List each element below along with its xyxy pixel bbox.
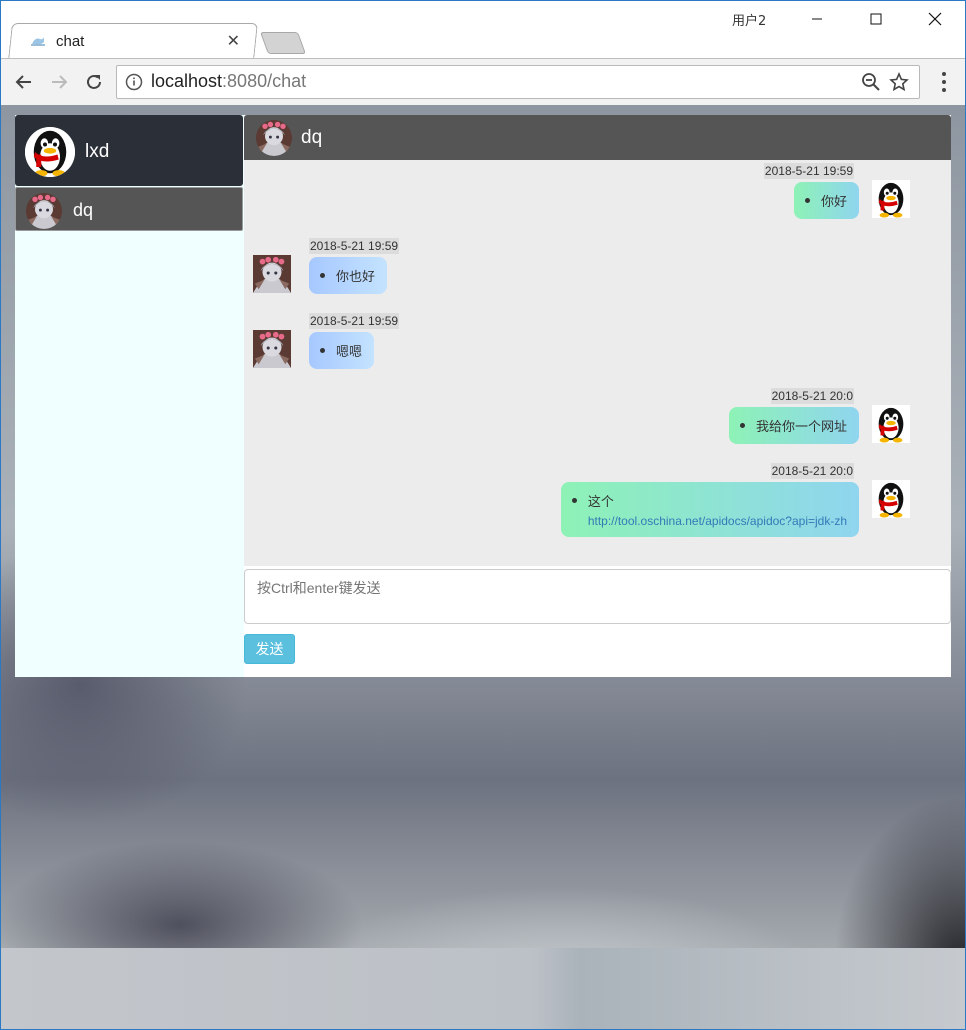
message-bubble-mine: 我给你一个网址 bbox=[728, 407, 859, 444]
maximize-button[interactable] bbox=[853, 0, 899, 38]
sidebar: lxd dq bbox=[15, 115, 244, 677]
penguin-avatar-icon bbox=[872, 480, 910, 518]
url-text[interactable]: localhost:8080/chat bbox=[151, 71, 306, 92]
forward-button[interactable] bbox=[44, 67, 74, 97]
message-text: 你好 bbox=[820, 194, 847, 209]
message-list[interactable]: 2018-5-21 19:59 你好 2018-5-21 19:59 你也好 2… bbox=[244, 160, 951, 566]
message-input[interactable] bbox=[244, 569, 951, 624]
anime-girl-avatar-icon bbox=[26, 193, 62, 229]
bullet-dot bbox=[320, 273, 325, 278]
browser-tab-content[interactable]: chat ✕ bbox=[30, 23, 250, 59]
url-path: :8080/chat bbox=[222, 71, 307, 91]
message-bubble-peer: 你也好 bbox=[309, 257, 388, 294]
message-text: 这个 bbox=[587, 494, 614, 509]
contact-name: dq bbox=[73, 200, 94, 220]
message-bubble-mine: 你好 bbox=[793, 182, 859, 219]
browser-toolbar: localhost:8080/chat bbox=[0, 58, 966, 106]
back-button[interactable] bbox=[9, 67, 39, 97]
title-bar: chat ✕ 用户2 bbox=[0, 0, 966, 60]
contact-avatar bbox=[26, 193, 62, 229]
send-button[interactable]: 发送 bbox=[244, 634, 295, 664]
anime-girl-avatar-icon bbox=[253, 255, 291, 293]
close-window-button[interactable] bbox=[912, 0, 958, 38]
reload-button[interactable] bbox=[79, 67, 109, 97]
forward-arrow-icon bbox=[52, 75, 68, 89]
menu-dots-icon[interactable] bbox=[934, 69, 954, 95]
penguin-avatar-icon bbox=[872, 180, 910, 218]
message-link[interactable]: http://tool.oschina.net/apidocs/apidoc?a… bbox=[588, 514, 847, 528]
message-text: 嗯嗯 bbox=[336, 344, 363, 359]
bullet-dot bbox=[804, 198, 810, 203]
tab-title: chat bbox=[56, 32, 85, 50]
reload-icon bbox=[87, 74, 101, 89]
current-user-avatar bbox=[25, 127, 75, 177]
contact-item-dq[interactable]: dq bbox=[15, 187, 243, 231]
bullet-dot bbox=[320, 348, 325, 353]
chat-app: lxd dq dq 2018-5-21 19:59 你好 2018-5-21 1… bbox=[15, 115, 951, 677]
current-user-name: lxd bbox=[85, 141, 110, 162]
message-time: 2018-5-21 20:0 bbox=[770, 463, 854, 479]
maximize-icon bbox=[870, 13, 882, 25]
message-time: 2018-5-21 19:59 bbox=[309, 238, 400, 254]
tab-close-icon[interactable]: ✕ bbox=[227, 31, 240, 50]
anime-girl-avatar-icon bbox=[256, 120, 292, 156]
desktop-background bbox=[0, 948, 966, 1030]
new-tab-button[interactable] bbox=[259, 32, 307, 54]
bullet-dot bbox=[571, 498, 577, 503]
penguin-avatar-icon bbox=[25, 127, 75, 177]
url-host: localhost bbox=[151, 71, 223, 91]
message-time: 2018-5-21 19:59 bbox=[309, 313, 400, 329]
minimize-button[interactable] bbox=[794, 0, 840, 38]
address-bar[interactable]: localhost:8080/chat bbox=[116, 65, 920, 99]
chat-peer-avatar bbox=[256, 120, 292, 156]
bullet-dot bbox=[739, 423, 745, 428]
bookmark-star-icon[interactable] bbox=[889, 72, 909, 92]
chat-panel: dq 2018-5-21 19:59 你好 2018-5-21 19:59 你也… bbox=[244, 115, 951, 677]
anime-girl-avatar-icon bbox=[253, 330, 291, 368]
info-icon[interactable] bbox=[125, 73, 143, 91]
current-user-card: lxd bbox=[15, 115, 243, 186]
back-arrow-icon bbox=[15, 75, 31, 89]
message-time: 2018-5-21 19:59 bbox=[763, 163, 854, 179]
my-avatar bbox=[872, 405, 910, 443]
chat-header: dq bbox=[244, 115, 951, 160]
profile-label[interactable]: 用户2 bbox=[732, 10, 766, 29]
peer-avatar bbox=[253, 330, 291, 368]
message-bubble-peer: 嗯嗯 bbox=[309, 332, 375, 369]
message-bubble-mine: 这个 http://tool.oschina.net/apidocs/apido… bbox=[560, 482, 859, 537]
zoom-out-icon[interactable] bbox=[861, 72, 881, 92]
tab-favicon-icon bbox=[31, 37, 45, 46]
my-avatar bbox=[872, 180, 910, 218]
minimize-icon bbox=[812, 18, 822, 20]
close-icon bbox=[928, 12, 942, 26]
message-text: 我给你一个网址 bbox=[755, 419, 847, 434]
penguin-avatar-icon bbox=[872, 405, 910, 443]
chat-peer-name: dq bbox=[301, 127, 323, 148]
message-text: 你也好 bbox=[336, 269, 376, 284]
peer-avatar bbox=[253, 255, 291, 293]
my-avatar bbox=[872, 480, 910, 518]
message-time: 2018-5-21 20:0 bbox=[770, 388, 854, 404]
